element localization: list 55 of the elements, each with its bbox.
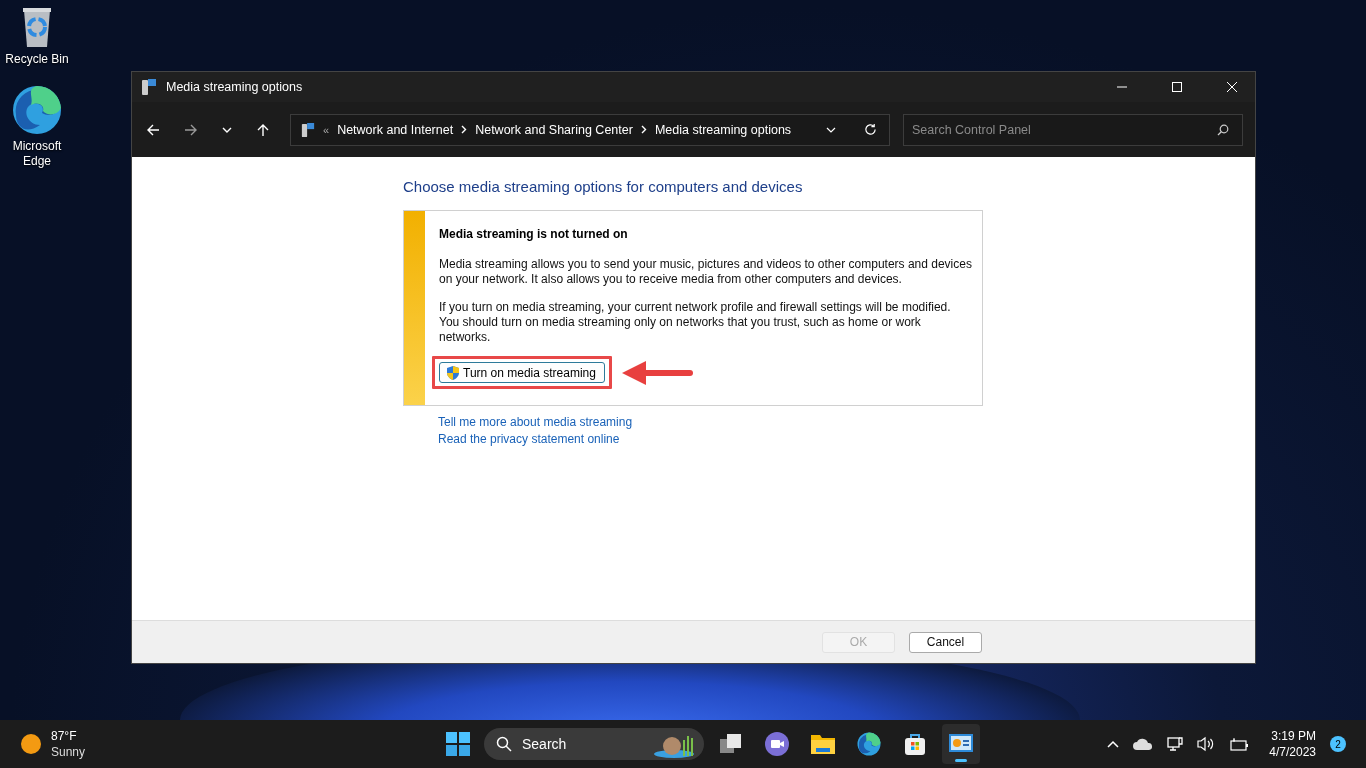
overflow-chevron[interactable]: « xyxy=(323,123,330,136)
page-heading: Choose media streaming options for computers and devices xyxy=(403,178,804,195)
edge-icon xyxy=(857,732,881,756)
breadcrumb[interactable]: Network and Sharing Center xyxy=(475,122,633,137)
taskbar-search[interactable]: Search xyxy=(484,728,704,760)
desktop-icon-label[interactable]: Recycle Bin xyxy=(2,52,72,67)
notice-paragraph: If you turn on media streaming, your current network profile and firewall settings will be modified. You should turn on media streaming only on networks that you trust, such as home or work networks. xyxy=(439,300,952,345)
search-field[interactable]: Search Control Panel xyxy=(903,113,1243,146)
notice-paragraph: Media streaming allows you to send your music, pictures and videos to other computers and devices on your network. It also allows you to receive media from other computers and devices. xyxy=(439,257,972,287)
search-icon xyxy=(496,736,512,752)
chevron-right-icon xyxy=(640,125,647,134)
chevron-up-icon[interactable] xyxy=(1107,740,1120,748)
video-chat-icon xyxy=(764,731,790,757)
help-link[interactable]: Tell me more about media streaming xyxy=(438,415,983,429)
control-panel-icon xyxy=(141,78,157,96)
overlapping-squares-icon xyxy=(719,732,743,756)
window-title: Media streaming options xyxy=(166,80,303,94)
recycle-bin-icon[interactable] xyxy=(21,6,53,48)
chevron-right-icon xyxy=(461,125,468,134)
turn-on-button[interactable]: Turn on media streaming xyxy=(439,362,605,383)
desktop-icon-label[interactable]: Microsoft Edge xyxy=(2,139,72,169)
speaker-icon[interactable] xyxy=(1197,736,1216,752)
search-icon xyxy=(1217,123,1229,136)
edge-icon[interactable] xyxy=(12,85,62,135)
maximize-icon[interactable] xyxy=(1171,81,1183,93)
chevron-down-icon[interactable] xyxy=(826,126,836,133)
help-link[interactable]: Read the privacy statement online xyxy=(438,432,983,446)
start-icon[interactable] xyxy=(446,732,470,756)
breadcrumb[interactable]: Media streaming options xyxy=(654,122,792,137)
shopping-bag-icon xyxy=(903,732,927,756)
folder-icon xyxy=(810,733,836,755)
close-icon[interactable] xyxy=(1226,81,1238,93)
network-icon[interactable] xyxy=(1167,736,1184,752)
clock-time[interactable]: 3:19 PM xyxy=(1271,728,1316,744)
active-indicator xyxy=(955,759,967,762)
back-arrow-icon[interactable] xyxy=(146,122,160,137)
dialog-button[interactable]: Cancel xyxy=(909,631,982,653)
temperature[interactable]: 87°F xyxy=(51,728,86,744)
controlpanel-app[interactable] xyxy=(942,724,980,764)
notification-badge[interactable]: 2 xyxy=(1330,736,1346,752)
weather-condition[interactable]: Sunny xyxy=(51,744,86,760)
chevron-down-icon[interactable] xyxy=(222,126,232,133)
clock-date[interactable]: 4/7/2023 xyxy=(1269,744,1316,760)
cloud-icon[interactable] xyxy=(1133,738,1154,750)
shield-icon xyxy=(446,365,460,380)
battery-icon[interactable] xyxy=(1229,737,1250,751)
up-arrow-icon[interactable] xyxy=(256,122,270,137)
notice-title: Media streaming is not turned on xyxy=(439,227,629,241)
forward-arrow-icon[interactable] xyxy=(184,122,198,137)
control-panel-icon xyxy=(301,121,315,138)
sun-icon[interactable] xyxy=(20,733,42,755)
refresh-icon[interactable] xyxy=(864,123,877,136)
breadcrumb[interactable]: Network and Internet xyxy=(337,122,454,137)
address-bar[interactable]: « Network and Internet Network and Sharing Center Media streaming options xyxy=(290,113,890,146)
control-panel-icon xyxy=(948,733,974,755)
